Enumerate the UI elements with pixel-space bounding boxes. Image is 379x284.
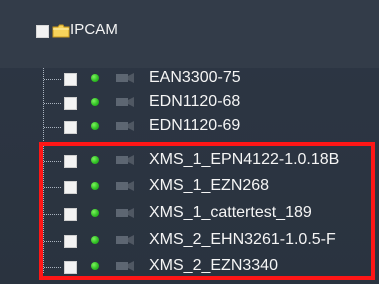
tree-item[interactable]: EDN1120-68 xyxy=(0,92,379,115)
item-checkbox[interactable] xyxy=(64,181,77,194)
camera-icon xyxy=(116,208,134,218)
camera-icon xyxy=(116,235,134,245)
camera-label: EDN1120-69 xyxy=(149,117,241,134)
tree-connector xyxy=(44,103,61,104)
camera-label: XMS_2_EHN3261-1.0.5-F xyxy=(149,231,336,248)
tree-item[interactable]: XMS_1_EZN268 xyxy=(0,176,379,199)
tree-item[interactable]: XMS_1_cattertest_189 xyxy=(0,203,379,226)
camera-icon xyxy=(116,121,134,131)
tree-connector xyxy=(44,241,61,242)
online-status-icon xyxy=(91,98,99,106)
online-status-icon xyxy=(91,156,99,164)
tree-connector xyxy=(44,127,61,128)
camera-label: EAN3300-75 xyxy=(149,69,241,86)
camera-icon xyxy=(116,261,134,271)
camera-label: XMS_1_EPN4122-1.0.18B xyxy=(149,151,340,168)
tree-connector xyxy=(44,187,61,188)
camera-label: XMS_2_EZN3340 xyxy=(149,257,278,274)
folder-icon xyxy=(52,24,70,38)
camera-icon xyxy=(116,181,134,191)
online-status-icon xyxy=(91,74,99,82)
online-status-icon xyxy=(91,262,99,270)
camera-icon xyxy=(116,97,134,107)
item-checkbox[interactable] xyxy=(64,73,77,86)
online-status-icon xyxy=(91,122,99,130)
item-checkbox[interactable] xyxy=(64,235,77,248)
camera-label: XMS_1_EZN268 xyxy=(149,177,270,194)
root-checkbox[interactable] xyxy=(36,25,49,38)
item-checkbox[interactable] xyxy=(64,97,77,110)
tree-connector xyxy=(44,267,61,268)
tree-connector xyxy=(44,79,61,80)
item-checkbox[interactable] xyxy=(64,261,77,274)
tree-item[interactable]: XMS_2_EZN3340 xyxy=(0,256,379,279)
online-status-icon xyxy=(91,236,99,244)
item-checkbox[interactable] xyxy=(64,208,77,221)
tree-connector xyxy=(44,161,61,162)
tree-item[interactable]: EDN1120-69 xyxy=(0,116,379,139)
tree-item[interactable]: XMS_2_EHN3261-1.0.5-F xyxy=(0,230,379,253)
online-status-icon xyxy=(91,182,99,190)
camera-label: EDN1120-68 xyxy=(149,93,241,110)
root-label: IPCAM xyxy=(70,21,119,38)
camera-icon xyxy=(116,73,134,83)
tree-root-row[interactable]: IPCAM xyxy=(0,0,379,68)
tree-connector xyxy=(44,214,61,215)
online-status-icon xyxy=(91,209,99,217)
tree-item[interactable]: XMS_1_EPN4122-1.0.18B xyxy=(0,150,379,173)
camera-label: XMS_1_cattertest_189 xyxy=(149,204,312,221)
item-checkbox[interactable] xyxy=(64,155,77,168)
camera-icon xyxy=(116,155,134,165)
tree-item[interactable]: EAN3300-75 xyxy=(0,68,379,91)
device-tree-panel: IPCAM EAN3300-75 EDN1120-68 EDN1120-69 X… xyxy=(0,0,379,284)
item-checkbox[interactable] xyxy=(64,121,77,134)
